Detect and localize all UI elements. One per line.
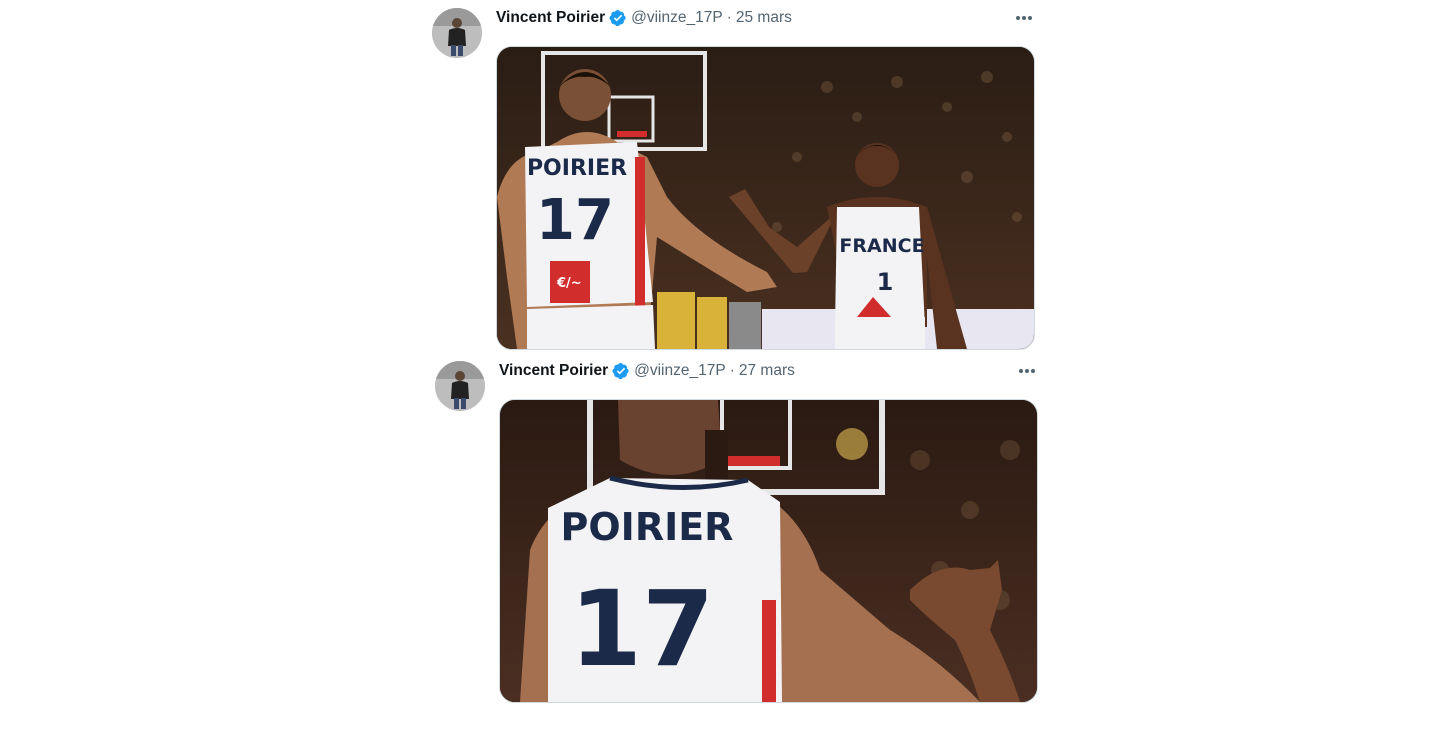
- jersey-number-text: 17: [570, 568, 715, 690]
- separator-dot: ·: [729, 362, 735, 379]
- jersey-name-text: POIRIER: [561, 505, 734, 549]
- tweet-header: Vincent Poirier @viinze_17P · 27 mars: [499, 360, 795, 382]
- teammate-jersey-text: FRANCE: [839, 235, 924, 257]
- tweet-photo[interactable]: €/~ POIRIER 17 FRANCE 1: [496, 46, 1035, 350]
- teammate-number-text: 1: [877, 268, 894, 296]
- avatar[interactable]: [432, 8, 482, 58]
- author-handle[interactable]: @viinze_17P: [634, 362, 726, 380]
- author-name[interactable]: Vincent Poirier: [499, 362, 608, 380]
- author-handle[interactable]: @viinze_17P: [631, 9, 723, 27]
- separator-dot: ·: [726, 9, 732, 26]
- svg-text:€/~: €/~: [556, 276, 582, 291]
- jersey-name-text: POIRIER: [527, 156, 627, 181]
- avatar[interactable]: [435, 361, 485, 411]
- tweet-1[interactable]: Vincent Poirier @viinze_17P · 25 mars €/…: [0, 0, 1454, 352]
- tweet-photo[interactable]: POIRIER 17: [499, 399, 1038, 703]
- basketball-photo-zoomed: POIRIER 17: [500, 400, 1037, 702]
- tweet-2[interactable]: Vincent Poirier @viinze_17P · 27 mars PO…: [0, 352, 1454, 712]
- author-name[interactable]: Vincent Poirier: [496, 9, 605, 27]
- tweet-header: Vincent Poirier @viinze_17P · 25 mars: [496, 7, 792, 29]
- basketball-photo: €/~ POIRIER 17 FRANCE 1: [497, 47, 1034, 349]
- tweet-date[interactable]: 27 mars: [739, 362, 795, 380]
- avatar-photo: [435, 361, 485, 411]
- jersey-number-text: 17: [536, 188, 614, 253]
- verified-badge-icon: [612, 362, 630, 380]
- verified-badge-icon: [609, 9, 627, 27]
- more-options-icon[interactable]: [1015, 361, 1039, 381]
- tweet-date[interactable]: 25 mars: [736, 9, 792, 27]
- avatar-photo: [432, 8, 482, 58]
- more-options-icon[interactable]: [1012, 8, 1036, 28]
